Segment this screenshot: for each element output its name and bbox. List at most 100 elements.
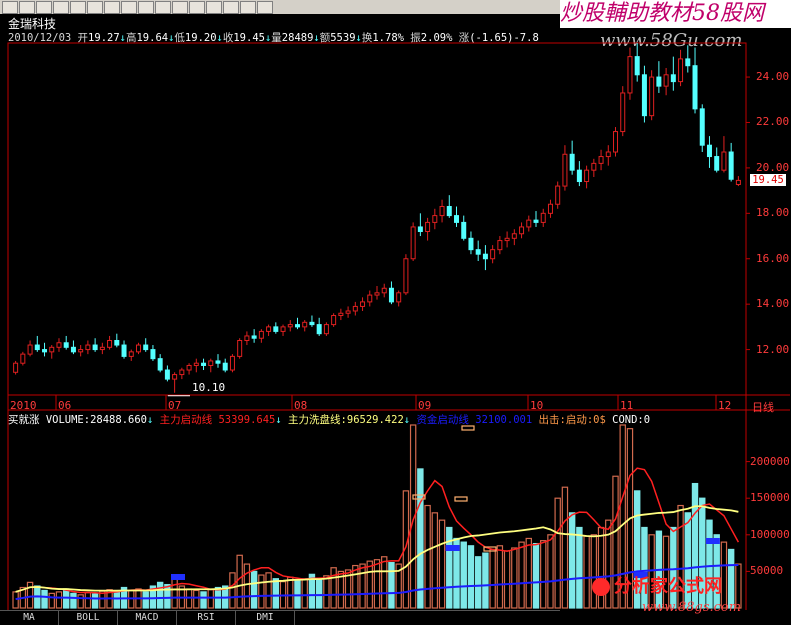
candle-body (584, 169, 590, 183)
tab-macd[interactable]: MACD (118, 611, 177, 625)
volume-bar (489, 548, 496, 609)
watermark-bottom: 分析家公式网 www.88gs.com (592, 568, 791, 624)
volume-bar (229, 572, 236, 609)
volume-bar (424, 504, 431, 609)
candle-body (634, 56, 640, 76)
calendar-icon[interactable] (121, 1, 137, 14)
candle-body (63, 342, 69, 348)
indicator-name: 买就涨 (8, 414, 40, 426)
candle-body (656, 76, 662, 87)
candle-body (417, 226, 423, 232)
high-label: 高 (125, 32, 137, 44)
line-icon[interactable] (172, 1, 188, 14)
volume-bar (48, 592, 55, 609)
candle-body (186, 364, 192, 371)
watermark-bottom-text: 分析家公式网 (614, 576, 722, 597)
candle-body (454, 215, 460, 223)
open-value: 19.27 (88, 32, 120, 44)
zoom-out-icon[interactable] (206, 1, 222, 14)
candle-body (627, 56, 633, 94)
amt-label: 额 (319, 32, 331, 44)
candle-body (215, 360, 221, 364)
zoom-in-icon[interactable] (189, 1, 205, 14)
volume-bar (41, 589, 48, 609)
volume-value: 28488.660 (90, 414, 147, 426)
volume-bar (236, 554, 243, 609)
candle-body (396, 292, 402, 303)
candle-body (316, 324, 322, 335)
candle-body (78, 349, 84, 353)
refresh-icon[interactable] (257, 1, 273, 14)
candle-body (685, 58, 691, 67)
amp-label: 振 (410, 32, 421, 44)
cursor-icon[interactable] (36, 1, 52, 14)
volume-bar (222, 585, 229, 609)
capital-marker (705, 538, 720, 544)
candle-body (533, 219, 539, 223)
tab-boll[interactable]: BOLL (59, 611, 118, 625)
candle-body (266, 326, 272, 332)
candle-body (287, 324, 293, 328)
table-icon[interactable] (53, 1, 69, 14)
volume-bar (323, 575, 330, 609)
quote-bar: 2010/12/03 开19.27↓高19.64↓低19.20↓收19.45↓量… (8, 32, 539, 44)
candle-icon[interactable] (138, 1, 154, 14)
candle-body (352, 305, 358, 312)
wash-label: 主力洗盘线: (288, 414, 347, 426)
chart-icon[interactable] (87, 1, 103, 14)
date-axis-label: 09 (418, 399, 432, 412)
info-icon[interactable] (240, 1, 256, 14)
tab-dmi[interactable]: DMI (236, 611, 295, 625)
config-icon[interactable] (223, 1, 239, 14)
candle-body (591, 162, 597, 171)
price-axis-label: 16.00 (756, 251, 790, 265)
forward-icon[interactable] (19, 1, 35, 14)
chg-label: 涨 (458, 32, 470, 44)
date-axis-label: 10 (530, 399, 544, 412)
candle-body (323, 324, 329, 335)
volume-bar (106, 589, 113, 609)
candle-body (251, 335, 257, 339)
volume-bar (381, 556, 388, 609)
candle-body (475, 249, 481, 255)
tab-rsi[interactable]: RSI (177, 611, 236, 625)
candle-body (157, 358, 163, 371)
capital-marker (445, 545, 460, 551)
tab-ma[interactable]: MA (0, 611, 59, 625)
volume-bar (77, 594, 84, 609)
candle-body (27, 344, 33, 355)
candle-body (526, 219, 532, 228)
volume-bar (214, 586, 222, 609)
candle-body (179, 369, 185, 376)
quote-date: 2010/12/03 (8, 32, 72, 44)
edit-icon[interactable] (70, 1, 86, 14)
volume-bar (308, 573, 316, 609)
turn-value: 1.78% (372, 32, 404, 44)
volume-bar (26, 581, 34, 609)
candle-body (302, 321, 308, 328)
volume-bar (540, 540, 547, 609)
volume-bar (366, 560, 373, 609)
volume-bar (583, 535, 590, 609)
volume-bar (482, 552, 489, 609)
candle-body (620, 92, 626, 133)
amp-value: 2.09% (420, 32, 453, 44)
candle-body (345, 310, 351, 314)
grid-icon[interactable] (104, 1, 120, 14)
kline-chart[interactable] (0, 0, 791, 624)
candle-body (381, 287, 387, 294)
back-icon[interactable] (2, 1, 18, 14)
period-label[interactable]: 日线 (752, 399, 774, 415)
tune-icon[interactable] (155, 1, 171, 14)
volume-bar (243, 563, 251, 609)
candle-body (42, 349, 48, 353)
candle-body (388, 287, 394, 303)
candle-body (511, 233, 517, 239)
candle-body (425, 221, 431, 232)
candle-body (562, 153, 568, 187)
watermark-top-text: 炒股輔助教材58股网 (560, 1, 764, 26)
date-axis-label: 08 (294, 399, 308, 412)
volume-bar (99, 590, 106, 609)
volume-bar (272, 578, 280, 609)
volume-bar (258, 574, 265, 609)
